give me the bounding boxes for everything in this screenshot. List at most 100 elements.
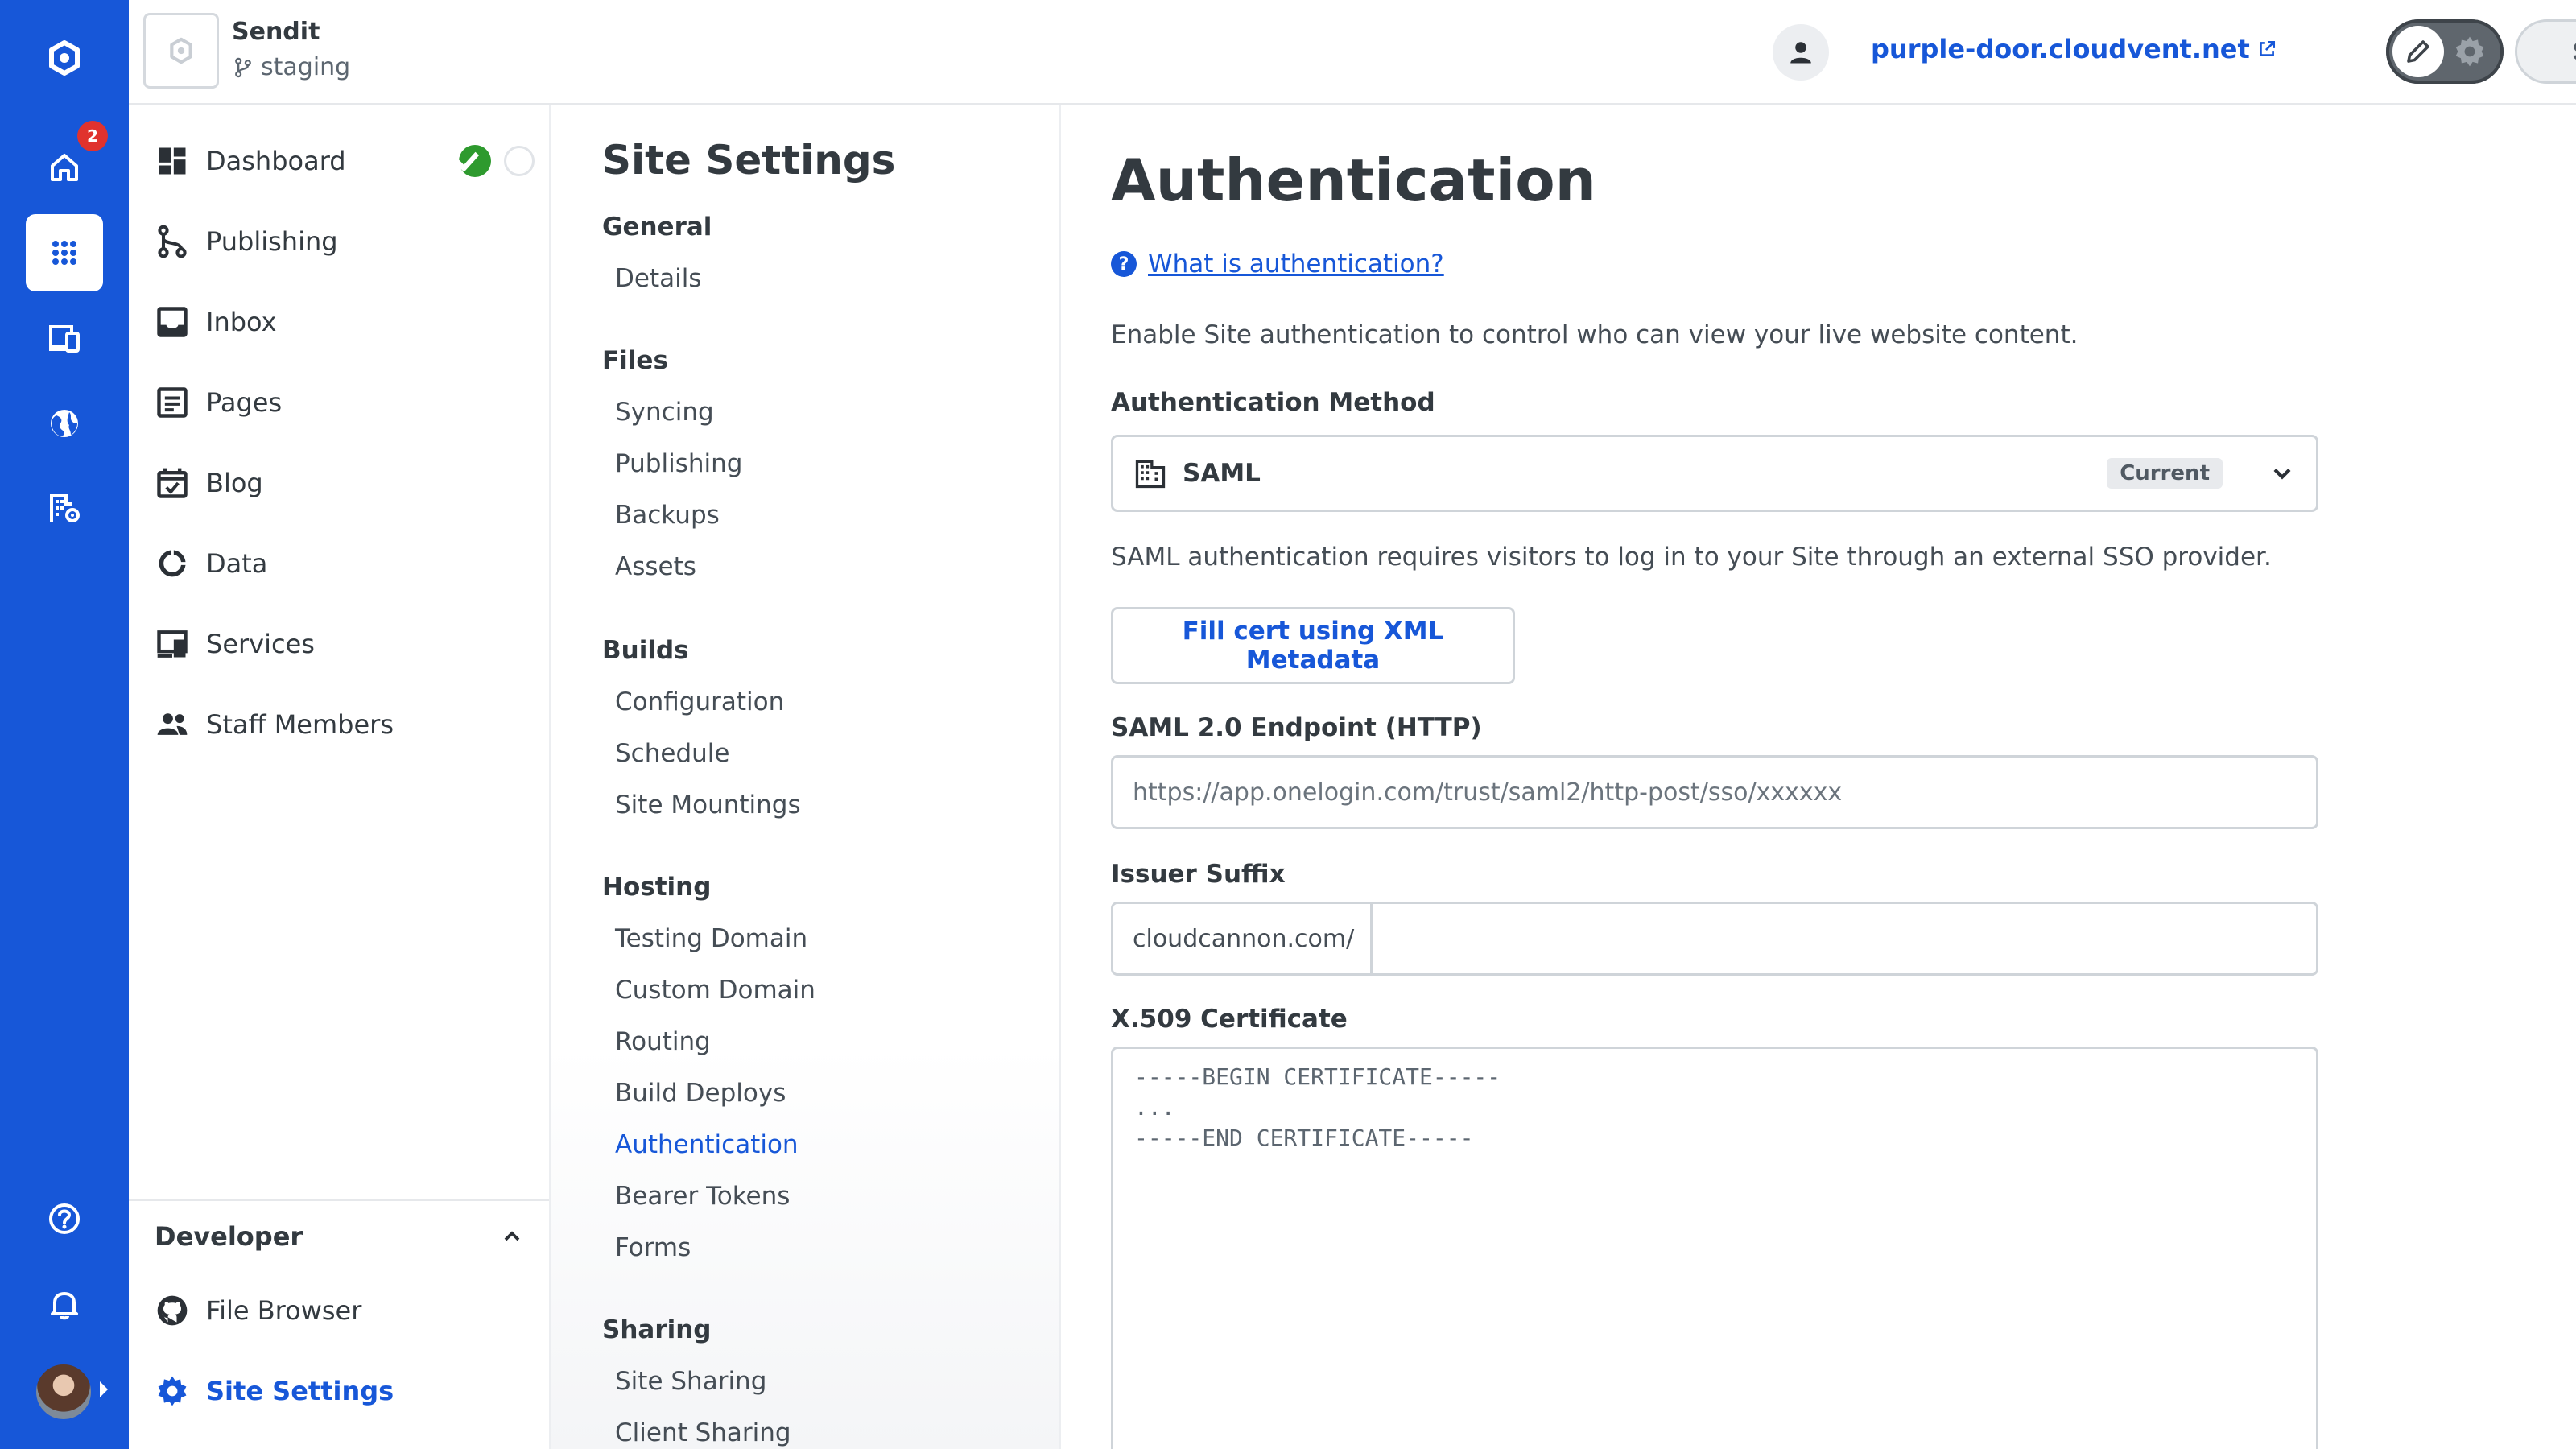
account-button[interactable] bbox=[1773, 24, 1829, 80]
settings-link-bearer-tokens[interactable]: Bearer Tokens bbox=[615, 1182, 790, 1211]
developer-section-toggle[interactable]: Developer bbox=[155, 1212, 525, 1261]
apps-icon bbox=[52, 241, 76, 265]
nav-item-file-browser[interactable]: File Browser bbox=[155, 1286, 525, 1335]
settings-link-site-mountings[interactable]: Site Mountings bbox=[615, 791, 801, 819]
status-idle-icon bbox=[504, 146, 535, 176]
pages-icon bbox=[157, 387, 188, 418]
site-thumbnail[interactable] bbox=[143, 13, 219, 89]
certificate-label: X.509 Certificate bbox=[1111, 1005, 1348, 1034]
settings-link-client-sharing[interactable]: Client Sharing bbox=[615, 1418, 791, 1447]
fill-cert-xml-button[interactable]: Fill cert using XML Metadata bbox=[1111, 607, 1515, 684]
settings-link-details[interactable]: Details bbox=[615, 264, 701, 293]
rail-org-settings-button[interactable] bbox=[26, 470, 103, 547]
app-root: 2 Sendit staging purple-door.cloudvent.n… bbox=[0, 0, 2576, 1449]
certificate-textarea[interactable] bbox=[1111, 1046, 2318, 1449]
edit-mode-toggle[interactable] bbox=[2386, 19, 2504, 84]
home-icon bbox=[51, 154, 78, 181]
toggle-knob bbox=[2392, 26, 2444, 77]
settings-group-heading: Hosting bbox=[602, 873, 712, 902]
auth-method-select[interactable]: SAML Current bbox=[1111, 435, 2318, 512]
nav-label: Dashboard bbox=[206, 146, 346, 176]
rail-devices-button[interactable] bbox=[26, 299, 103, 377]
nav-item-publishing[interactable]: Publishing bbox=[155, 217, 525, 266]
logo-icon bbox=[49, 40, 80, 76]
settings-link-authentication[interactable]: Authentication bbox=[615, 1130, 799, 1159]
settings-link-assets[interactable]: Assets bbox=[615, 552, 696, 581]
settings-link-custom-domain[interactable]: Custom Domain bbox=[615, 976, 815, 1005]
settings-link-syncing[interactable]: Syncing bbox=[615, 398, 714, 427]
branch-icon bbox=[235, 57, 251, 77]
issuer-prefix: cloudcannon.com/ bbox=[1113, 904, 1373, 973]
nav-item-blog[interactable]: Blog bbox=[155, 459, 525, 507]
settings-link-build-deploys[interactable]: Build Deploys bbox=[615, 1079, 786, 1108]
nav-item-services[interactable]: Services bbox=[155, 620, 525, 668]
what-is-authentication-link[interactable]: ? What is authentication? bbox=[1111, 250, 1444, 279]
help-link-text: What is authentication? bbox=[1148, 250, 1444, 279]
settings-group-heading: Builds bbox=[602, 636, 689, 665]
app-rail: 2 bbox=[0, 0, 129, 1449]
saml-endpoint-input[interactable] bbox=[1111, 755, 2318, 829]
external-link-icon bbox=[2259, 40, 2275, 56]
settings-link-schedule[interactable]: Schedule bbox=[615, 739, 729, 768]
help-icon bbox=[49, 1203, 80, 1234]
org-settings-icon bbox=[50, 494, 80, 522]
services-icon bbox=[157, 630, 188, 658]
divider bbox=[129, 1199, 549, 1201]
user-avatar[interactable] bbox=[34, 1362, 93, 1422]
live-site-link[interactable]: purple-door.cloudvent.net bbox=[1871, 34, 2277, 64]
nav-item-dashboard[interactable]: Dashboard bbox=[155, 137, 535, 185]
caret-right-icon bbox=[100, 1381, 108, 1397]
auth-method-value: SAML bbox=[1183, 459, 1261, 488]
nav-label: File Browser bbox=[206, 1295, 362, 1326]
site-url-text: purple-door.cloudvent.net bbox=[1871, 34, 2250, 64]
settings-link-routing[interactable]: Routing bbox=[615, 1027, 711, 1056]
github-icon bbox=[157, 1295, 188, 1326]
nav-item-inbox[interactable]: Inbox bbox=[155, 298, 525, 346]
settings-link-forms[interactable]: Forms bbox=[615, 1233, 691, 1262]
nav-label: Staff Members bbox=[206, 709, 394, 740]
cloudcannon-logo[interactable] bbox=[26, 19, 103, 97]
globe-icon bbox=[51, 410, 78, 437]
settings-group-heading: Files bbox=[602, 346, 668, 375]
saml-description: SAML authentication requires visitors to… bbox=[1111, 543, 2272, 572]
data-icon bbox=[159, 550, 186, 577]
gear-icon bbox=[2455, 36, 2484, 67]
settings-link-testing-domain[interactable]: Testing Domain bbox=[615, 924, 807, 953]
rail-help-button[interactable] bbox=[26, 1180, 103, 1257]
endpoint-label: SAML 2.0 Endpoint (HTTP) bbox=[1111, 713, 1482, 742]
pencil-icon bbox=[2407, 40, 2429, 63]
gear-icon bbox=[158, 1376, 187, 1406]
issuer-suffix-input[interactable] bbox=[1373, 904, 2316, 973]
status-success-icon bbox=[454, 145, 491, 177]
save-button[interactable]: Save bbox=[2515, 19, 2576, 84]
nav-item-staff-members[interactable]: Staff Members bbox=[155, 700, 525, 749]
nav-label: Publishing bbox=[206, 226, 338, 257]
rail-globe-button[interactable] bbox=[26, 385, 103, 462]
site-logo-icon bbox=[170, 37, 192, 64]
auth-method-label: Authentication Method bbox=[1111, 388, 1435, 417]
current-badge: Current bbox=[2107, 458, 2223, 489]
settings-link-backups[interactable]: Backups bbox=[615, 501, 720, 530]
settings-link-site-sharing[interactable]: Site Sharing bbox=[615, 1367, 766, 1396]
settings-group-heading: General bbox=[602, 213, 712, 242]
site-nav: Dashboard Publishing Inbox Pages Blog Da… bbox=[129, 105, 551, 1449]
rail-notifications-button[interactable] bbox=[26, 1265, 103, 1343]
site-name[interactable]: Sendit bbox=[232, 18, 320, 46]
nav-item-site-settings[interactable]: Site Settings bbox=[155, 1367, 525, 1415]
nav-item-pages[interactable]: Pages bbox=[155, 378, 525, 427]
rail-apps-button[interactable] bbox=[26, 214, 103, 291]
branch-selector[interactable]: staging bbox=[232, 53, 350, 81]
nav-item-data[interactable]: Data bbox=[155, 539, 525, 588]
people-icon bbox=[157, 713, 188, 735]
chevron-up-icon bbox=[504, 1231, 520, 1241]
settings-group-heading: Sharing bbox=[602, 1315, 712, 1344]
dashboard-icon bbox=[159, 147, 186, 175]
chevron-down-icon bbox=[2273, 469, 2291, 480]
rail-home-button[interactable]: 2 bbox=[26, 121, 108, 206]
settings-link-configuration[interactable]: Configuration bbox=[615, 687, 784, 716]
nav-label: Blog bbox=[206, 468, 263, 498]
question-circle-icon: ? bbox=[1111, 251, 1137, 277]
settings-nav-title: Site Settings bbox=[602, 137, 896, 184]
settings-link-publishing[interactable]: Publishing bbox=[615, 449, 742, 478]
nav-label: Pages bbox=[206, 387, 283, 418]
